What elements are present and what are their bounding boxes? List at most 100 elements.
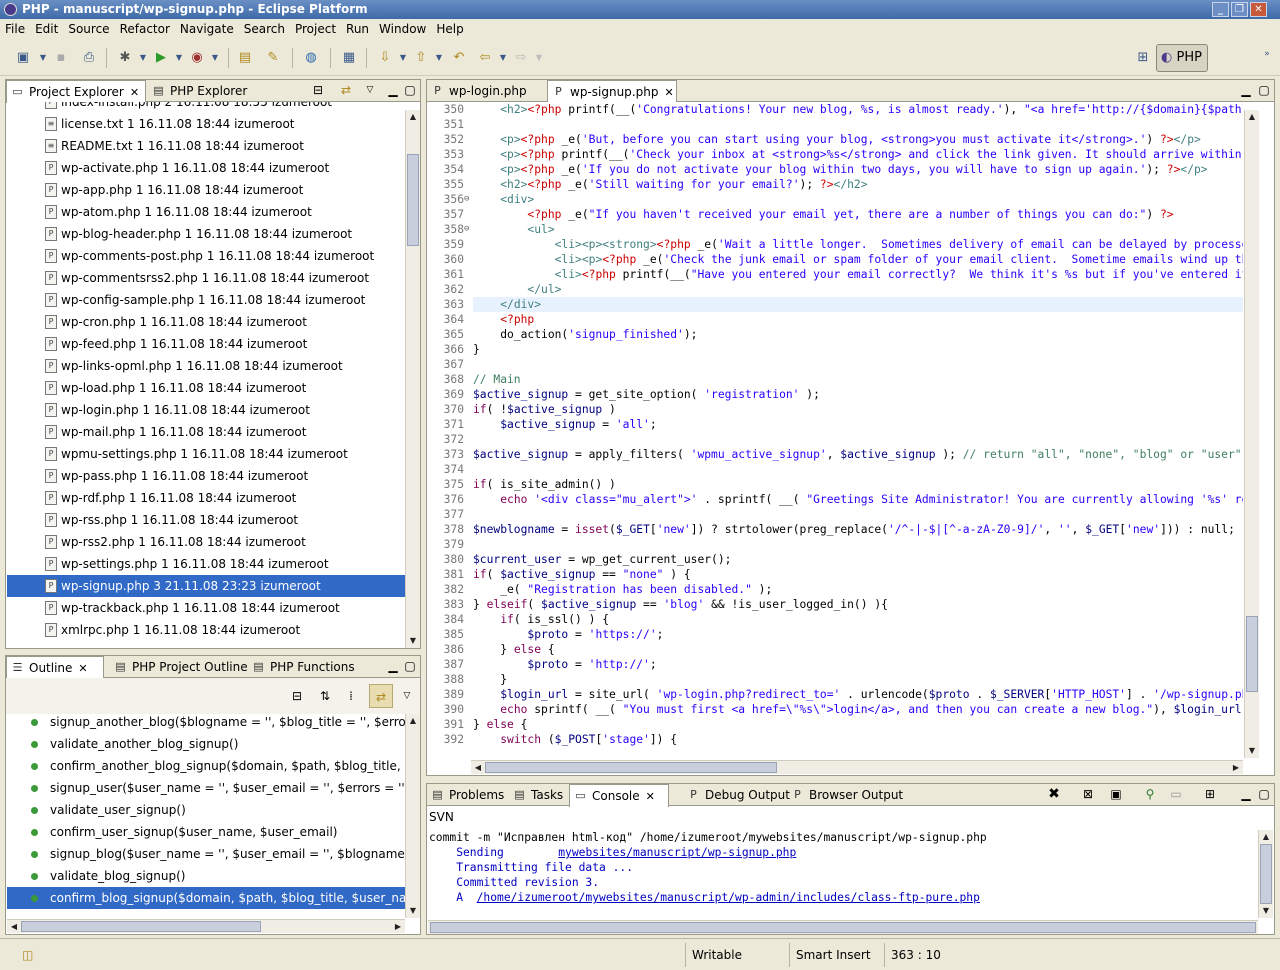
code-line[interactable]: 352 <p><?php _e('But, before you can sta… [428, 132, 1243, 147]
console-output[interactable]: commit -m "Исправлен html-код" /home/izu… [429, 830, 1241, 918]
next-annotation-dropdown-icon[interactable]: ▼ [394, 50, 412, 66]
link-with-editor-icon[interactable]: ⇄ [369, 684, 393, 708]
outline-item[interactable]: signup_another_blog($blogname = '', $blo… [7, 714, 405, 733]
code-line[interactable]: 354 <p><?php _e('If you do not activate … [428, 162, 1243, 177]
code-line[interactable]: 351 [428, 117, 1243, 132]
tab-outline[interactable]: ☰ Outline ✕ [6, 656, 104, 679]
code-line[interactable]: 368 // Main [428, 372, 1243, 387]
tab-php-project-outline[interactable]: ▤ PHP Project Outline [110, 656, 247, 678]
outline-item[interactable]: signup_user($user_name = '', $user_email… [7, 777, 405, 799]
close-icon[interactable]: ✕ [646, 790, 655, 803]
menu-window[interactable]: Window [374, 19, 431, 37]
restore-window-button[interactable]: ❐ [1231, 2, 1248, 17]
code-line[interactable]: 378 $newblogname = isset($_GET['new']) ? … [428, 522, 1243, 537]
scroll-up-arrow-icon[interactable]: ▲ [1259, 830, 1273, 844]
external-tools-icon[interactable]: ◉ [188, 50, 206, 66]
outline-item[interactable]: validate_another_blog_signup() [7, 733, 405, 755]
maximize-editor-icon[interactable]: ▢ [1257, 82, 1271, 98]
menu-file[interactable]: File [0, 19, 30, 37]
code-line[interactable]: 392 switch ($_POST['stage']) { [428, 732, 1243, 747]
code-line[interactable]: 365 do_action('signup_finished'); [428, 327, 1243, 342]
code-line[interactable]: 369 $active_signup = get_site_option( 're… [428, 387, 1243, 402]
scroll-up-arrow-icon[interactable]: ▲ [406, 110, 420, 124]
debug-icon[interactable]: ✱ [116, 50, 134, 66]
file-row[interactable]: Pwp-trackback.php 1 16.11.08 18:44 izume… [7, 597, 405, 619]
console-horizontal-scrollbar[interactable] [428, 920, 1258, 934]
remove-launch-icon[interactable]: ⊠ [1081, 786, 1095, 802]
tab-php-functions[interactable]: ▤ PHP Functions [248, 656, 356, 678]
explorer-scroll-thumb[interactable] [407, 154, 419, 246]
tab-problems[interactable]: ▤ Problems [427, 784, 507, 806]
scroll-up-arrow-icon[interactable]: ▲ [406, 714, 420, 728]
file-row[interactable]: Pwp-settings.php 1 16.11.08 18:44 izumer… [7, 553, 405, 575]
close-icon[interactable]: ✕ [78, 662, 87, 675]
collapse-all-icon[interactable]: ⊟ [290, 688, 304, 704]
menu-refactor[interactable]: Refactor [115, 19, 175, 37]
sort-icon[interactable]: ⇅ [318, 688, 332, 704]
file-row[interactable]: ≡ license.txt 1 16.11.08 18:44 izumeroot [7, 113, 405, 135]
toolbar-chevron-icon[interactable]: » [1258, 46, 1276, 62]
console-hscroll-thumb[interactable] [430, 922, 1256, 933]
collapse-all-icon[interactable]: ⊟ [311, 82, 325, 98]
forward-dropdown-icon[interactable]: ▼ [530, 50, 548, 66]
menu-navigate[interactable]: Navigate [175, 19, 239, 37]
open-type-icon[interactable]: ✎ [264, 50, 282, 66]
editor-horizontal-scrollbar[interactable]: ◀ ▶ [471, 760, 1243, 774]
php-perspective-button[interactable]: ◐ PHP [1156, 44, 1208, 72]
tab-project-explorer[interactable]: ▭ Project Explorer ✕ [6, 80, 146, 103]
file-row[interactable]: Pwp-activate.php 1 16.11.08 18:44 izumer… [7, 157, 405, 179]
editor-scroll-thumb[interactable] [1246, 616, 1258, 692]
back-dropdown-icon[interactable]: ▼ [494, 50, 512, 66]
scroll-down-arrow-icon[interactable]: ▼ [1259, 904, 1273, 918]
console-file-link[interactable]: mywebsites/manuscript/wp-signup.php [558, 846, 796, 859]
code-line[interactable]: 375 if( is_site_admin() ) [428, 477, 1243, 492]
maximize-view-icon[interactable]: ▢ [403, 658, 417, 674]
code-line[interactable]: 355 <h2><?php _e('Still waiting for your… [428, 177, 1243, 192]
code-line[interactable]: 380 $current_user = wp_get_current_user()… [428, 552, 1243, 567]
fold-toggle-icon[interactable]: ⊖ [464, 192, 469, 207]
external-tools-dropdown-icon[interactable]: ▼ [206, 50, 224, 66]
back-icon[interactable]: ⇦ [476, 50, 494, 66]
outline-horizontal-scrollbar[interactable]: ◀ ▶ [7, 919, 405, 933]
code-line[interactable]: 357 <?php _e("If you haven't received yo… [428, 207, 1243, 222]
minimize-editor-icon[interactable]: ▁ [1239, 82, 1253, 98]
code-line[interactable]: 386 } else { [428, 642, 1243, 657]
file-row[interactable]: Pwp-feed.php 1 16.11.08 18:44 izumeroot [7, 333, 405, 355]
scroll-right-arrow-icon[interactable]: ▶ [1229, 761, 1243, 775]
console-file-link[interactable]: /home/izumeroot/mywebsites/manuscript/wp… [477, 891, 980, 904]
debug-dropdown-icon[interactable]: ▼ [134, 50, 152, 66]
code-line[interactable]: 384 if( is_ssl() ) { [428, 612, 1243, 627]
print-icon[interactable]: ⎙ [80, 50, 98, 66]
code-line[interactable]: 363 </div> [428, 297, 1243, 312]
code-line[interactable]: 385 $proto = 'https://'; [428, 627, 1243, 642]
code-line[interactable]: 391} else { [428, 717, 1243, 732]
tab-wp-login[interactable]: Pwp-login.php [427, 80, 545, 102]
minimize-view-icon[interactable]: ▁ [386, 82, 400, 98]
code-line[interactable]: 360 <li><p><?php _e('Check the junk emai… [428, 252, 1243, 267]
code-line[interactable]: 390 echo sprintf( __( "You must first <a… [428, 702, 1243, 717]
tab-debug-output[interactable]: P Debug Output [683, 784, 790, 806]
new-wizard-icon[interactable]: ▣ [14, 50, 32, 66]
fast-view-icon[interactable]: ◫ [22, 948, 33, 962]
next-annotation-icon[interactable]: ⇩ [376, 50, 394, 66]
code-line[interactable]: 353 <p><?php printf(__('Check your inbox… [428, 147, 1243, 162]
outline-hscroll-thumb[interactable] [21, 921, 261, 932]
close-window-button[interactable]: ✕ [1250, 2, 1267, 17]
view-menu-icon[interactable]: ▽ [363, 82, 377, 98]
link-with-editor-icon[interactable]: ⇄ [339, 82, 353, 98]
minimize-window-button[interactable]: _ [1212, 2, 1229, 17]
scroll-left-arrow-icon[interactable]: ◀ [471, 761, 485, 775]
code-line[interactable]: 382 _e( "Registration has been disabled.… [428, 582, 1243, 597]
toggle-mark-occurrences-icon[interactable]: ▦ [340, 50, 358, 66]
menu-edit[interactable]: Edit [30, 19, 63, 37]
code-line[interactable]: 350 <h2><?php printf(__('Congratulations… [428, 102, 1243, 117]
outline-item[interactable]: confirm_user_signup($user_name, $user_em… [7, 821, 405, 843]
scroll-left-arrow-icon[interactable]: ◀ [7, 920, 21, 934]
code-line[interactable]: 372 [428, 432, 1243, 447]
code-line[interactable]: 373 $active_signup = apply_filters( 'wpmu… [428, 447, 1243, 462]
code-line[interactable]: 361 <li><?php printf(__("Have you entere… [428, 267, 1243, 282]
filter-icon[interactable]: ⁞ [344, 688, 358, 704]
code-line[interactable]: 387 $proto = 'http://'; [428, 657, 1243, 672]
code-line[interactable]: 388 } [428, 672, 1243, 687]
scroll-down-arrow-icon[interactable]: ▼ [406, 634, 420, 648]
